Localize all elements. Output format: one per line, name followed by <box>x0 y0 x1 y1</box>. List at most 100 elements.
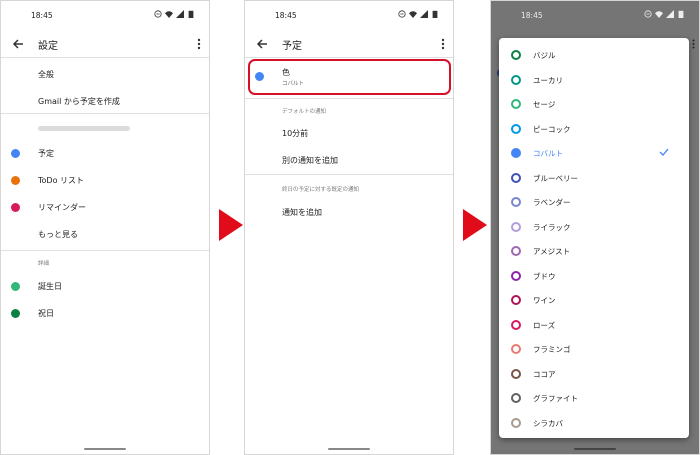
color-option-label: グラファイト <box>533 394 578 403</box>
calendar-label: 祝日 <box>38 309 54 318</box>
status-time: 18:45 <box>31 11 53 20</box>
calendar-color-dot <box>11 282 20 291</box>
color-option-label: ユーカリ <box>533 75 563 85</box>
color-option-label: ブルーベリー <box>533 173 578 183</box>
wifi-icon <box>165 11 173 18</box>
notification-item[interactable]: 10分前 <box>245 120 453 146</box>
calendar-item-reminders[interactable]: リマインダー <box>1 194 209 220</box>
app-bar: 設定 <box>1 31 209 57</box>
dnd-icon <box>644 10 652 18</box>
menu-item-general[interactable]: 全般 <box>1 61 209 87</box>
color-option[interactable]: ユーカリ <box>499 69 689 93</box>
status-icons <box>644 10 685 18</box>
color-option-label: ピーコック <box>533 124 571 134</box>
add-notification-button[interactable]: 別の通知を追加 <box>245 147 453 173</box>
more-vert-icon[interactable] <box>197 38 201 50</box>
more-vert-icon[interactable] <box>441 38 445 50</box>
calendar-label: 予定 <box>38 149 54 158</box>
gesture-nav-bar[interactable] <box>574 448 616 450</box>
color-option-label: ワイン <box>533 296 556 305</box>
section-header-allday-notifications: 終日の予定に対する既定の通知 <box>282 187 360 193</box>
status-time: 18:45 <box>521 11 543 20</box>
notification-label: 10分前 <box>282 129 309 138</box>
back-arrow-icon[interactable] <box>11 37 25 51</box>
menu-item-gmail-events[interactable]: Gmail から予定を作成 <box>1 88 209 114</box>
battery-icon <box>678 10 684 18</box>
color-option[interactable]: フラミンゴ <box>499 338 689 362</box>
color-option-label: ローズ <box>533 320 556 330</box>
color-option[interactable]: ラベンダー <box>499 191 689 215</box>
color-option[interactable]: コバルト <box>499 142 689 166</box>
add-notification-label: 通知を追加 <box>282 208 322 217</box>
page-title: 予定 <box>282 41 302 52</box>
color-option[interactable]: アメジスト <box>499 240 689 264</box>
status-bar: 18:45 <box>491 1 699 31</box>
color-swatch-icon <box>511 197 521 207</box>
color-option[interactable]: グラファイト <box>499 387 689 411</box>
status-bar: 18:45 <box>1 1 209 31</box>
show-more-item[interactable]: もっと見る <box>1 221 209 247</box>
color-option[interactable]: シラカバ <box>499 412 689 436</box>
status-icons <box>398 10 439 18</box>
status-icons <box>154 10 195 18</box>
color-option[interactable]: ブドウ <box>499 265 689 289</box>
color-option[interactable]: セージ <box>499 93 689 117</box>
gesture-nav-bar[interactable] <box>84 448 126 450</box>
add-allday-notification-button[interactable]: 通知を追加 <box>245 199 453 225</box>
highlight-frame <box>248 59 451 95</box>
color-option[interactable]: ココア <box>499 363 689 387</box>
calendar-item-holidays[interactable]: 祝日 <box>1 300 209 326</box>
color-picker-screen: 18:45 バジルユーカリセージピーコックコバルトブルーベリーラベンダーライラッ… <box>490 0 700 455</box>
section-header-detail: 詳細 <box>38 261 50 267</box>
calendar-item-todo[interactable]: ToDo リスト <box>1 167 209 193</box>
color-option[interactable]: ライラック <box>499 216 689 240</box>
more-vert-icon <box>692 39 695 49</box>
signal-icon <box>176 10 184 18</box>
calendar-item-birthdays[interactable]: 誕生日 <box>1 273 209 299</box>
calendar-settings-screen: 18:45 予定 色 コバルト デフォルトの通知 10分前 別の通知を追加 終日… <box>244 0 454 455</box>
divider <box>1 113 209 114</box>
color-option-label: セージ <box>533 100 556 109</box>
calendar-color-dot <box>11 203 20 212</box>
calendar-label: リマインダー <box>38 203 86 212</box>
calendar-item-events[interactable]: 予定 <box>1 140 209 166</box>
arrow-right-icon <box>219 209 243 241</box>
section-header-default-notifications: デフォルトの通知 <box>282 109 327 115</box>
arrow-right-icon <box>463 209 487 241</box>
dnd-icon <box>154 10 162 18</box>
color-option[interactable]: バジル <box>499 44 689 68</box>
color-option-label: ライラック <box>533 222 571 232</box>
color-swatch-icon <box>511 344 521 354</box>
color-swatch-icon <box>511 221 521 232</box>
battery-icon <box>188 10 194 18</box>
calendar-color-dot <box>11 309 20 318</box>
gesture-nav-bar[interactable] <box>328 448 370 450</box>
dnd-icon <box>398 10 406 18</box>
status-bar: 18:45 <box>245 1 453 31</box>
menu-item-label: Gmail から予定を作成 <box>38 97 120 106</box>
wifi-icon <box>655 11 663 18</box>
blurred-account-email <box>38 126 130 131</box>
color-swatch-icon <box>511 295 521 305</box>
calendar-label: 誕生日 <box>38 282 62 291</box>
add-notification-label: 別の通知を追加 <box>282 156 338 165</box>
page-title: 設定 <box>38 41 58 52</box>
color-swatch-icon <box>511 270 521 281</box>
signal-icon <box>420 10 428 18</box>
color-swatch-icon <box>511 172 521 183</box>
battery-icon <box>432 10 438 18</box>
color-picker-dialog: バジルユーカリセージピーコックコバルトブルーベリーラベンダーライラックアメジスト… <box>499 38 689 438</box>
back-arrow-icon[interactable] <box>255 37 269 51</box>
color-swatch-icon <box>511 74 521 85</box>
color-option[interactable]: ピーコック <box>499 118 689 142</box>
color-option-label: フラミンゴ <box>533 345 571 354</box>
divider <box>245 174 453 175</box>
color-option-label: ココア <box>533 369 556 379</box>
color-option-label: コバルト <box>533 149 563 158</box>
color-option[interactable]: ワイン <box>499 289 689 313</box>
color-option[interactable]: ブルーベリー <box>499 167 689 191</box>
divider <box>1 57 209 58</box>
color-option[interactable]: ローズ <box>499 314 689 338</box>
menu-item-label: 全般 <box>38 70 54 79</box>
checkmark-icon <box>659 148 669 156</box>
